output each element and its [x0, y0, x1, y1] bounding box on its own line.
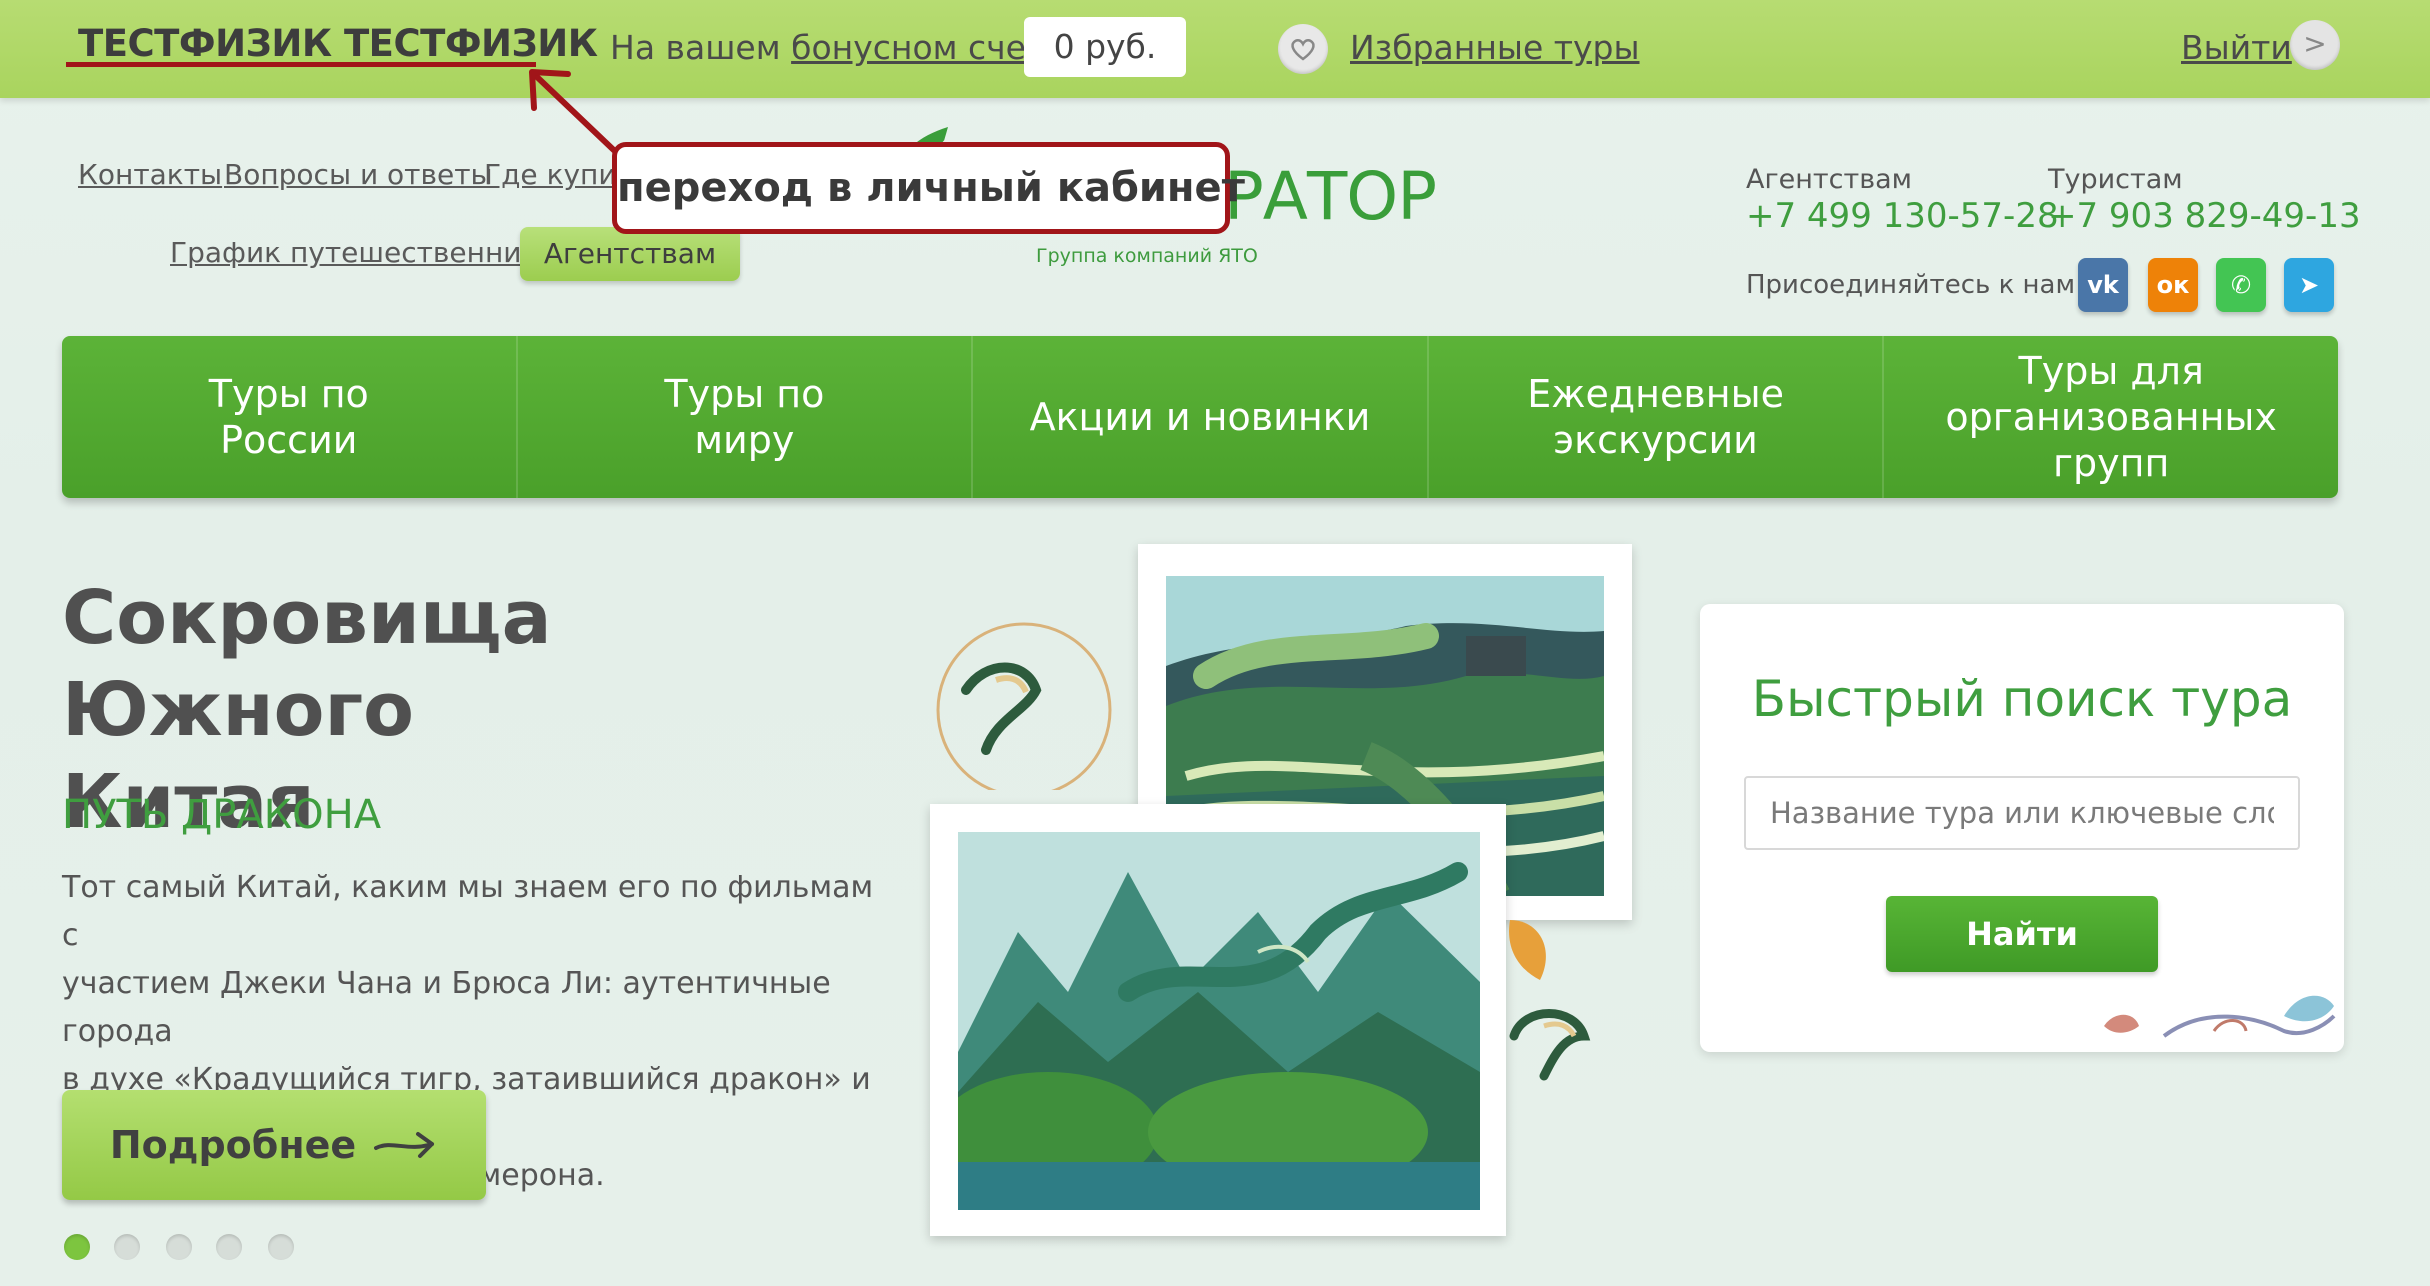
faq-link[interactable]: Вопросы и ответы — [224, 158, 493, 191]
slide-dot-3[interactable] — [166, 1234, 192, 1260]
nav-label: Туры по России — [209, 371, 369, 463]
mountains-illustration — [958, 832, 1480, 1210]
logout-link[interactable]: Выйти — [2181, 28, 2292, 67]
nav-label: Туры для организованных групп — [1904, 348, 2318, 486]
hero-title-line: Сокровища Южного — [62, 575, 552, 753]
tour-search-input[interactable] — [1744, 776, 2300, 850]
nav-line: Ежедневные — [1527, 372, 1784, 416]
nav-line: Туры по — [664, 372, 825, 416]
nav-line: Туры для — [2018, 349, 2204, 393]
favorite-tours-link[interactable]: Избранные туры — [1350, 28, 1640, 67]
nav-tours-world[interactable]: Туры по миру — [518, 336, 974, 498]
agency-label: Агентствам — [1746, 164, 1913, 195]
nav-line: Акции и новинки — [1029, 395, 1371, 439]
chevron-right-icon[interactable]: > — [2290, 20, 2340, 70]
tourist-phone[interactable]: +7 903 829-49-13 — [2048, 196, 2361, 236]
nav-group-tours[interactable]: Туры для организованных групп — [1884, 336, 2338, 498]
contacts-link[interactable]: Контакты — [78, 158, 222, 191]
logo-subtitle: Группа компаний ЯТО — [1036, 245, 1258, 267]
heart-svg — [1291, 39, 1315, 61]
slide-dot-5[interactable] — [268, 1234, 294, 1260]
nav-daily-excursions[interactable]: Ежедневные экскурсии — [1429, 336, 1885, 498]
more-button-label: Подробнее — [109, 1123, 357, 1167]
nav-promotions[interactable]: Акции и новинки — [973, 336, 1429, 498]
nav-label: Ежедневные экскурсии — [1527, 371, 1784, 463]
bonus-text: На вашем бонусном счету — [610, 28, 1065, 67]
nav-line: России — [220, 418, 358, 462]
user-name-link[interactable]: ТЕСТФИЗИК ТЕСТФИЗИК — [78, 22, 598, 65]
vk-icon[interactable]: vk — [2078, 258, 2128, 312]
quick-search-title: Быстрый поиск тура — [1751, 670, 2293, 728]
ornament-circle-icon — [936, 622, 1112, 790]
slide-dot-1[interactable] — [64, 1234, 90, 1260]
annotation-underline — [66, 62, 536, 67]
nav-tours-russia[interactable]: Туры по России — [62, 336, 518, 498]
tourist-label: Туристам — [2048, 164, 2183, 195]
telegram-icon[interactable]: ➤ — [2284, 258, 2334, 312]
hero-subtitle: ПУТЬ ДРАКОНА — [62, 792, 382, 838]
nav-line: организованных групп — [1945, 395, 2277, 485]
nav-line: экскурсии — [1553, 418, 1758, 462]
nav-label: Туры по миру — [664, 371, 824, 463]
agency-button[interactable]: Агентствам — [520, 227, 740, 281]
bonus-prefix: На вашем — [610, 28, 792, 67]
arrow-right-icon — [374, 1132, 435, 1158]
agency-phone[interactable]: +7 499 130-57-28 — [1746, 196, 2059, 236]
slide-dot-2[interactable] — [114, 1234, 140, 1260]
floral-ornament-icon — [2104, 995, 2336, 1038]
photo-mountains — [930, 804, 1506, 1236]
bonus-amount: 0 руб. — [1024, 17, 1186, 77]
more-button[interactable]: Подробнее — [62, 1090, 486, 1200]
annotation-callout: переход в личный кабинет — [612, 142, 1245, 234]
join-label: Присоединяйтесь к нам: — [1746, 270, 2084, 300]
top-bar: ТЕСТФИЗИК ТЕСТФИЗИК На вашем бонусном сч… — [0, 0, 2430, 98]
slide-dot-4[interactable] — [216, 1234, 242, 1260]
nav-line: миру — [694, 418, 795, 462]
nav-label: Акции и новинки — [1030, 394, 1371, 440]
desc-line: Тот самый Китай, каким мы знаем его по ф… — [62, 870, 874, 953]
logo-text[interactable]: РАТОР — [1224, 158, 1437, 235]
quick-search-card: Быстрый поиск тура Найти — [1700, 604, 2344, 1052]
main-nav: Туры по России Туры по миру Акции и новинк… — [62, 336, 2338, 498]
heart-icon[interactable] — [1278, 24, 1328, 74]
desc-line: участием Джеки Чана и Брюса Ли: аутентич… — [62, 966, 831, 1049]
nav-line: Туры по — [208, 372, 369, 416]
ok-icon[interactable]: ок — [2148, 258, 2198, 312]
ornament-wave-icon — [1509, 1009, 1591, 1081]
ornament-fan-icon — [1509, 920, 1546, 980]
search-button[interactable]: Найти — [1886, 896, 2158, 972]
whatsapp-icon[interactable]: ✆ — [2216, 258, 2266, 312]
schedule-link[interactable]: График путешественника — [170, 236, 556, 269]
